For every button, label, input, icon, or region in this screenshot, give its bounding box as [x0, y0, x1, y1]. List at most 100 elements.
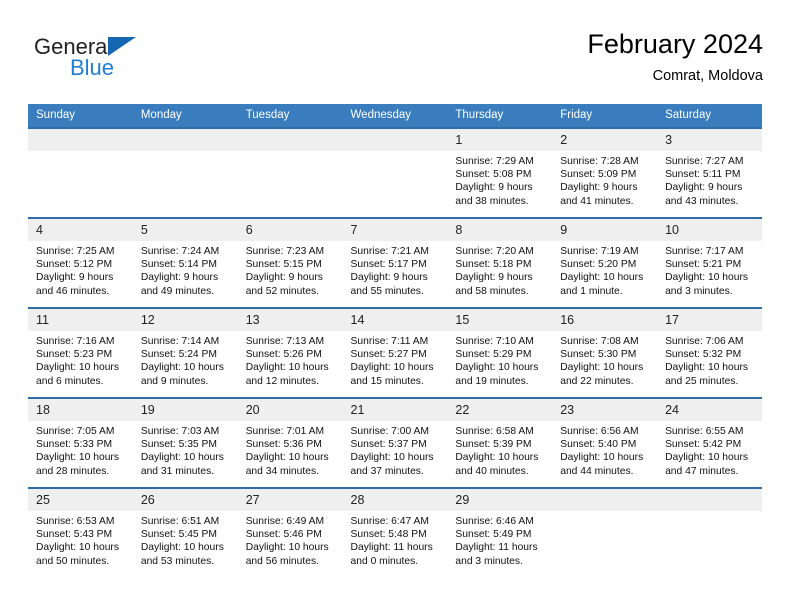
day-number: 12 [132, 309, 238, 331]
calendar-day-cell[interactable]: 12 Sunrise: 7:14 AM Sunset: 5:24 PM Dayligh… [132, 307, 238, 398]
daylight-text-line1: Daylight: 11 hours [455, 542, 538, 554]
sunrise-text: Sunrise: 7:14 AM [140, 336, 220, 347]
sunrise-text: Sunrise: 6:49 AM [245, 516, 325, 527]
calendar-day-cell[interactable]: 13 Sunrise: 7:13 AM Sunset: 5:26 PM Dayligh… [237, 307, 343, 398]
day-sun-info: Sunrise: 6:56 AM Sunset: 5:40 PM Daylight:… [552, 421, 657, 478]
calendar-day-cell[interactable]: 29 Sunrise: 6:46 AM Sunset: 5:49 PM Dayligh… [447, 487, 553, 577]
calendar-day-cell[interactable]: 8 Sunrise: 7:20 AM Sunset: 5:18 PM Daylight… [447, 217, 553, 308]
sunset-text: Sunset: 5:43 PM [36, 529, 113, 541]
weekday-header-sunday: Sunday [28, 104, 133, 128]
calendar-day-cell[interactable]: 24 Sunrise: 6:55 AM Sunset: 5:42 PM Dayligh… [657, 397, 762, 488]
daylight-text-line1: Daylight: 10 hours [36, 362, 119, 374]
day-number: 4 [28, 219, 133, 241]
calendar-day-cell-empty [28, 127, 133, 218]
calendar-day-cell[interactable]: 26 Sunrise: 6:51 AM Sunset: 5:45 PM Dayligh… [132, 487, 238, 577]
day-number: 9 [552, 219, 658, 241]
sunset-text: Sunset: 5:46 PM [245, 529, 322, 541]
day-sun-info: Sunrise: 7:29 AM Sunset: 5:08 PM Daylight:… [447, 151, 552, 208]
calendar-day-cell[interactable]: 21 Sunrise: 7:00 AM Sunset: 5:37 PM Dayligh… [342, 397, 448, 488]
calendar-day-cell[interactable]: 27 Sunrise: 6:49 AM Sunset: 5:46 PM Dayligh… [237, 487, 343, 577]
calendar-day-cell[interactable]: 25 Sunrise: 6:53 AM Sunset: 5:43 PM Dayligh… [28, 487, 133, 577]
day-number: 3 [657, 129, 762, 151]
sunset-text: Sunset: 5:30 PM [560, 349, 637, 361]
daylight-text-line2: and 3 minutes. [665, 285, 733, 297]
page-title: February 2024 [587, 29, 763, 59]
calendar-day-cell[interactable]: 18 Sunrise: 7:05 AM Sunset: 5:33 PM Dayligh… [28, 397, 133, 488]
calendar-day-cell-empty [342, 127, 448, 218]
calendar-day-cell[interactable]: 22 Sunrise: 6:58 AM Sunset: 5:39 PM Dayligh… [447, 397, 553, 488]
logo-text-blue: Blue [70, 55, 115, 80]
calendar-day-cell[interactable]: 28 Sunrise: 6:47 AM Sunset: 5:48 PM Dayligh… [342, 487, 448, 577]
calendar-day-cell[interactable]: 6 Sunrise: 7:23 AM Sunset: 5:15 PM Daylight… [237, 217, 343, 308]
day-sun-info: Sunrise: 7:01 AM Sunset: 5:36 PM Daylight:… [238, 421, 343, 478]
calendar-day-cell[interactable]: 1 Sunrise: 7:29 AM Sunset: 5:08 PM Daylight… [447, 127, 553, 218]
calendar-day-cell[interactable]: 11 Sunrise: 7:16 AM Sunset: 5:23 PM Dayligh… [28, 307, 133, 398]
daylight-text-line2: and 58 minutes. [455, 285, 529, 297]
calendar-day-cell[interactable]: 23 Sunrise: 6:56 AM Sunset: 5:40 PM Dayligh… [552, 397, 658, 488]
calendar-day-cell[interactable]: 19 Sunrise: 7:03 AM Sunset: 5:35 PM Dayligh… [132, 397, 238, 488]
daylight-text-line2: and 1 minute. [560, 285, 623, 297]
day-number: 27 [237, 489, 343, 511]
sunset-text: Sunset: 5:26 PM [245, 349, 322, 361]
daylight-text-line2: and 34 minutes. [245, 465, 319, 477]
daylight-text-line2: and 40 minutes. [455, 465, 529, 477]
sunset-text: Sunset: 5:27 PM [350, 349, 427, 361]
calendar-day-cell[interactable]: 16 Sunrise: 7:08 AM Sunset: 5:30 PM Dayligh… [552, 307, 658, 398]
day-number: 8 [447, 219, 553, 241]
sunrise-text: Sunrise: 7:27 AM [665, 156, 744, 167]
day-number [552, 489, 658, 511]
calendar-week-row: 1 Sunrise: 7:29 AM Sunset: 5:08 PM Daylight… [28, 127, 762, 218]
day-sun-info: Sunrise: 7:00 AM Sunset: 5:37 PM Daylight:… [343, 421, 448, 478]
sunrise-text: Sunrise: 6:51 AM [140, 516, 220, 527]
sunset-text: Sunset: 5:39 PM [455, 439, 532, 451]
calendar-day-cell[interactable]: 2 Sunrise: 7:28 AM Sunset: 5:09 PM Daylight… [552, 127, 658, 218]
calendar-day-cell[interactable]: 7 Sunrise: 7:21 AM Sunset: 5:17 PM Daylight… [342, 217, 448, 308]
sunrise-text: Sunrise: 6:53 AM [36, 516, 115, 527]
calendar-day-cell[interactable]: 3 Sunrise: 7:27 AM Sunset: 5:11 PM Daylight… [657, 127, 762, 218]
calendar-day-cell[interactable]: 5 Sunrise: 7:24 AM Sunset: 5:14 PM Daylight… [132, 217, 238, 308]
calendar-table: Sunday Monday Tuesday Wednesday Thursday… [28, 104, 762, 577]
daylight-text-line1: Daylight: 9 hours [350, 272, 428, 284]
daylight-text-line1: Daylight: 10 hours [560, 362, 644, 374]
sunset-text: Sunset: 5:14 PM [140, 259, 217, 271]
day-number: 15 [447, 309, 553, 331]
day-sun-info: Sunrise: 7:25 AM Sunset: 5:12 PM Daylight:… [28, 241, 133, 298]
day-number: 17 [657, 309, 762, 331]
sunrise-text: Sunrise: 7:08 AM [560, 336, 639, 347]
daylight-text-line2: and 6 minutes. [36, 375, 104, 387]
calendar-day-cell[interactable]: 20 Sunrise: 7:01 AM Sunset: 5:36 PM Dayligh… [237, 397, 343, 488]
daylight-text-line2: and 46 minutes. [36, 285, 110, 297]
daylight-text-line2: and 22 minutes. [560, 375, 634, 387]
day-number: 2 [552, 129, 658, 151]
calendar-day-cell[interactable]: 4 Sunrise: 7:25 AM Sunset: 5:12 PM Daylight… [28, 217, 133, 308]
day-sun-info: Sunrise: 7:28 AM Sunset: 5:09 PM Daylight:… [552, 151, 657, 208]
daylight-text-line2: and 38 minutes. [455, 195, 529, 207]
sunset-text: Sunset: 5:37 PM [350, 439, 427, 451]
page-header: General Blue February 2024 Comrat, Moldo… [28, 28, 763, 98]
day-sun-info: Sunrise: 6:55 AM Sunset: 5:42 PM Daylight:… [657, 421, 762, 478]
sunset-text: Sunset: 5:18 PM [455, 259, 532, 271]
daylight-text-line1: Daylight: 10 hours [245, 452, 329, 464]
daylight-text-line2: and 52 minutes. [245, 285, 319, 297]
day-number: 7 [342, 219, 448, 241]
day-number: 13 [237, 309, 343, 331]
day-number [237, 129, 343, 151]
sunset-text: Sunset: 5:35 PM [140, 439, 217, 451]
daylight-text-line2: and 55 minutes. [350, 285, 424, 297]
location-subtitle: Comrat, Moldova [652, 68, 763, 84]
sunrise-text: Sunrise: 7:29 AM [455, 156, 534, 167]
day-number: 23 [552, 399, 658, 421]
calendar-day-cell[interactable]: 17 Sunrise: 7:06 AM Sunset: 5:32 PM Dayligh… [657, 307, 762, 398]
day-number: 22 [447, 399, 553, 421]
day-sun-info: Sunrise: 7:11 AM Sunset: 5:27 PM Daylight:… [343, 331, 448, 388]
day-number: 28 [342, 489, 448, 511]
daylight-text-line1: Daylight: 10 hours [455, 452, 539, 464]
calendar-day-cell[interactable]: 14 Sunrise: 7:11 AM Sunset: 5:27 PM Dayligh… [342, 307, 448, 398]
calendar-day-cell[interactable]: 10 Sunrise: 7:17 AM Sunset: 5:21 PM Dayligh… [657, 217, 762, 308]
sunrise-text: Sunrise: 7:20 AM [455, 246, 534, 257]
calendar-week-row: 4 Sunrise: 7:25 AM Sunset: 5:12 PM Daylight… [28, 217, 762, 308]
sunrise-text: Sunrise: 7:05 AM [36, 426, 115, 437]
calendar-day-cell[interactable]: 9 Sunrise: 7:19 AM Sunset: 5:20 PM Daylight… [552, 217, 658, 308]
calendar-day-cell[interactable]: 15 Sunrise: 7:10 AM Sunset: 5:29 PM Dayligh… [447, 307, 553, 398]
sunset-text: Sunset: 5:20 PM [560, 259, 637, 271]
